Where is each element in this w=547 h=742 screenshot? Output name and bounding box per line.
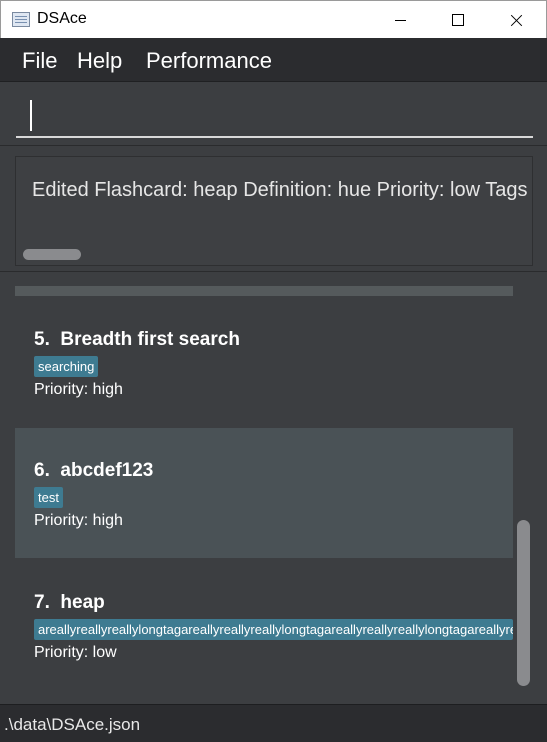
flashcard-card[interactable]: 5. Breadth first search searching Priori… xyxy=(15,296,513,426)
flashcard-list: 5. Breadth first search searching Priori… xyxy=(15,286,515,690)
card-title: 7. heap xyxy=(34,592,105,613)
result-display: Edited Flashcard: heap Definition: hue P… xyxy=(15,156,533,266)
horizontal-scrollbar-thumb[interactable] xyxy=(23,249,81,260)
close-icon xyxy=(509,13,523,27)
tag-badge: searching xyxy=(34,356,99,377)
close-button[interactable] xyxy=(487,1,545,39)
minimize-icon xyxy=(394,19,406,21)
card-title: 5. Breadth first search xyxy=(34,329,240,350)
card-title: 6. abcdef123 xyxy=(34,460,154,481)
app-window-icon xyxy=(12,12,30,27)
card-priority: Priority: high xyxy=(34,381,123,398)
window-title: DSAce xyxy=(37,10,87,27)
tag-badge: areallyreallyreallylongtagareallyreallyr… xyxy=(34,619,513,640)
menu-file[interactable]: File xyxy=(22,48,57,74)
maximize-icon xyxy=(452,14,464,26)
flashcard-list-panel: 5. Breadth first search searching Priori… xyxy=(0,272,547,704)
result-panel: Edited Flashcard: heap Definition: hue P… xyxy=(0,146,547,272)
command-area xyxy=(0,82,547,146)
flashcard-card[interactable]: 6. abcdef123 test Priority: high xyxy=(15,428,513,558)
result-message: Edited Flashcard: heap Definition: hue P… xyxy=(32,179,528,201)
command-input[interactable] xyxy=(16,96,533,138)
card-priority: Priority: high xyxy=(34,512,123,529)
vertical-scrollbar-thumb[interactable] xyxy=(517,520,530,686)
maximize-button[interactable] xyxy=(429,1,487,39)
previous-card-edge xyxy=(15,286,513,296)
text-caret xyxy=(30,100,32,131)
title-bar: DSAce xyxy=(0,0,547,38)
minimize-button[interactable] xyxy=(371,1,429,39)
menu-help[interactable]: Help xyxy=(77,48,122,74)
flashcard-card[interactable]: 7. heap areallyreallyreallylongtagareall… xyxy=(15,559,513,689)
menu-bar: File Help Performance xyxy=(0,38,547,82)
storage-path: .\data\DSAce.json xyxy=(4,715,141,734)
card-priority: Priority: low xyxy=(34,644,117,661)
menu-performance[interactable]: Performance xyxy=(146,48,272,74)
status-bar: .\data\DSAce.json xyxy=(0,704,547,742)
tag-badge: test xyxy=(34,487,63,508)
